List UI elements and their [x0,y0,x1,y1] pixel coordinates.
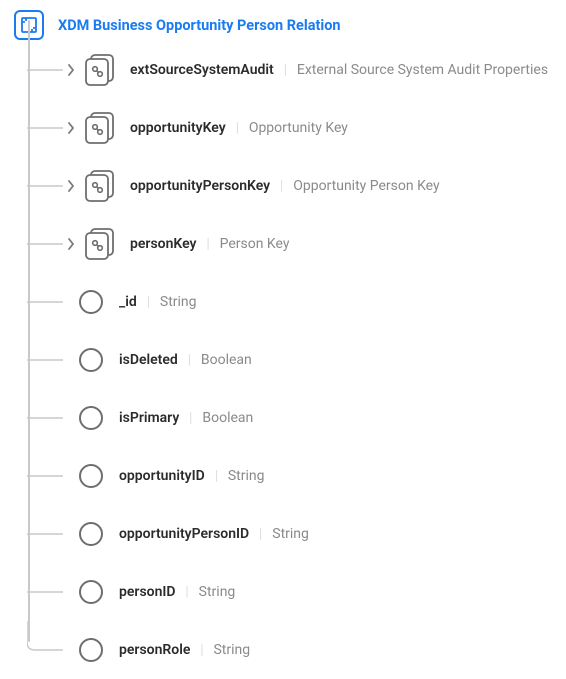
field-personID: personID | String [28,563,566,621]
tree-connector [27,417,63,421]
field-name: extSourceSystemAudit [130,62,274,78]
tree-connector [27,591,63,595]
tree-connector [27,475,63,479]
field-extSourceSystemAudit[interactable]: extSourceSystemAudit | External Source Sys… [28,41,566,99]
separator: | [147,294,150,310]
separator: | [215,468,218,484]
field-type: External Source System Audit Properties [297,62,548,78]
root-node[interactable]: XDM Business Opportunity Person Relation [14,10,566,40]
field-isPrimary: isPrimary | Boolean [28,389,566,447]
field-name: opportunityID [119,468,205,484]
field-opportunityID: opportunityID | String [28,447,566,505]
field-name: opportunityPersonID [119,526,249,542]
schema-tree: XDM Business Opportunity Person Relation… [0,0,566,679]
circle-icon [79,464,103,488]
tree-connector [27,359,63,363]
separator: | [280,178,283,194]
field-type: String [160,294,197,310]
circle-icon [79,522,103,546]
tree-connector [27,185,63,189]
separator: | [236,120,239,136]
circle-icon [79,406,103,430]
field-personRole: personRole | String [28,621,566,679]
separator: | [259,526,262,542]
chevron-right-icon[interactable] [64,237,78,251]
separator: | [189,410,192,426]
field-opportunityPersonID: opportunityPersonID | String [28,505,566,563]
field-type: String [199,584,236,600]
separator: | [206,236,209,252]
field-type: String [228,468,265,484]
tree-connector [27,127,63,131]
tree-connector [27,69,63,73]
field-name: personKey [130,236,196,252]
chevron-right-icon[interactable] [64,179,78,193]
object-icon [82,227,116,261]
field-name: personRole [119,642,190,658]
circle-icon [79,580,103,604]
field-name: _id [119,294,137,310]
separator: | [284,62,287,78]
chevron-right-icon[interactable] [64,121,78,135]
field-type: String [213,642,250,658]
field-_id: _id | String [28,273,566,331]
field-personKey[interactable]: personKey | Person Key [28,215,566,273]
field-name: personID [119,584,176,600]
field-type: Boolean [202,410,253,426]
field-type: Opportunity Person Key [293,178,439,194]
field-type: Person Key [220,236,290,252]
circle-icon [79,348,103,372]
tree-connector [27,243,63,247]
circle-icon [79,290,103,314]
field-opportunityPersonKey[interactable]: opportunityPersonKey | Opportunity Person … [28,157,566,215]
root-title: XDM Business Opportunity Person Relation [58,17,341,34]
field-opportunityKey[interactable]: opportunityKey | Opportunity Key [28,99,566,157]
chevron-right-icon[interactable] [64,63,78,77]
children-container: extSourceSystemAudit | External Source Sys… [28,40,566,679]
object-icon [82,111,116,145]
tree-connector [27,621,63,679]
circle-icon [79,638,103,662]
separator: | [200,642,203,658]
field-type: String [272,526,309,542]
field-name: isDeleted [119,352,178,368]
field-type: Opportunity Key [249,120,348,136]
field-type: Boolean [201,352,252,368]
field-name: opportunityPersonKey [130,178,270,194]
field-name: opportunityKey [130,120,226,136]
tree-connector [27,301,63,305]
tree-connector [27,533,63,537]
separator: | [186,584,189,600]
object-icon [82,169,116,203]
object-icon [82,53,116,87]
field-name: isPrimary [119,410,179,426]
separator: | [188,352,191,368]
field-isDeleted: isDeleted | Boolean [28,331,566,389]
